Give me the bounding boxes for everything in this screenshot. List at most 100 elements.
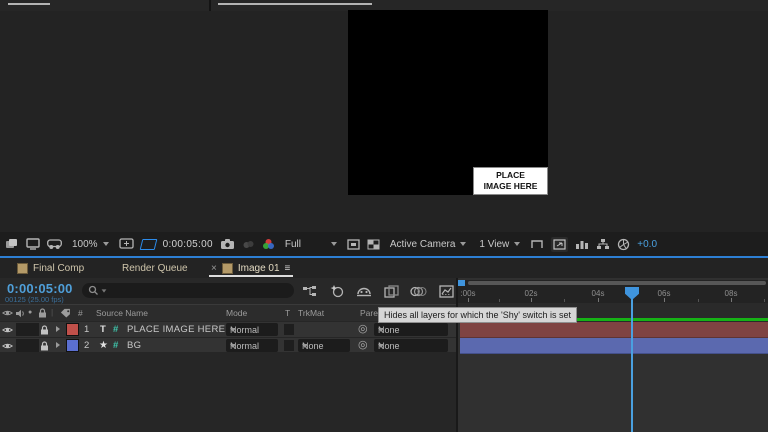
ruler-label: :00s (460, 289, 475, 298)
expand-arrow-icon[interactable] (56, 326, 60, 332)
pixel-aspect-correction-icon[interactable] (551, 237, 568, 252)
panel-tab-underline-right (218, 3, 372, 5)
close-tab-icon[interactable]: × (211, 263, 217, 274)
time-ruler[interactable]: :00s 02s 04s 06s 08s (458, 287, 768, 303)
tab-render-queue[interactable]: Render Queue (122, 258, 188, 278)
vr-goggles-icon[interactable] (47, 239, 62, 250)
label-column-icon (60, 308, 72, 318)
magnification-dropdown[interactable]: 100% (69, 237, 112, 252)
composition-icon (222, 263, 233, 274)
chevron-down-icon (302, 344, 308, 348)
timeline-toggle-icons (302, 282, 454, 300)
tab-final-comp[interactable]: Final Comp (17, 258, 84, 278)
chevron-down-icon (378, 328, 384, 332)
layer-bar-1[interactable] (460, 322, 768, 338)
target-region-icon[interactable] (347, 239, 360, 250)
column-mode[interactable]: Mode (226, 308, 247, 318)
blend-mode-dropdown[interactable]: Normal (226, 339, 278, 352)
frame-blending-icon[interactable] (384, 285, 399, 298)
label-swatch[interactable] (66, 323, 79, 336)
column-hash[interactable]: # (78, 308, 83, 318)
search-options-icon[interactable] (102, 289, 107, 292)
composition-canvas[interactable]: PLACE IMAGE HERE (348, 10, 548, 195)
show-channel-icon[interactable] (262, 238, 275, 250)
eye-icon[interactable] (2, 342, 13, 350)
ruler-label: 02s (525, 289, 538, 298)
chevron-down-icon (378, 344, 384, 348)
shy-icon[interactable] (356, 285, 372, 298)
label-swatch[interactable] (66, 339, 79, 352)
timeline-scrollbar[interactable] (468, 281, 766, 285)
panel-tab-underline-left (8, 3, 50, 5)
motion-blur-icon[interactable] (410, 285, 427, 298)
after-effects-window: PLACE IMAGE HERE 100% 0:00:05:00 Full (0, 0, 768, 432)
video-column-icon (2, 309, 13, 317)
eye-icon[interactable] (2, 326, 13, 334)
tooltip-text: Hides all layers for which the 'Shy' swi… (384, 310, 571, 320)
trkmat-dropdown[interactable]: None (298, 339, 350, 352)
mini-flowchart-icon[interactable] (302, 285, 318, 298)
show-snapshot-icon[interactable] (242, 239, 255, 250)
lock-icon[interactable] (40, 341, 49, 351)
lock-icon[interactable] (40, 325, 49, 335)
playhead-line[interactable] (631, 287, 633, 432)
preserve-transparency-toggle[interactable] (284, 324, 294, 335)
timeline-panel: 0:00:05:00 00125 (25.00 fps) (0, 278, 768, 432)
audio-solo-wells[interactable] (16, 339, 39, 352)
layer-name[interactable]: PLACE IMAGE HERE (127, 324, 225, 335)
timeline-track-area[interactable]: :00s 02s 04s 06s 08s (458, 278, 768, 432)
3d-view-dropdown[interactable]: Active Camera (387, 237, 470, 252)
chevron-down-icon (103, 242, 109, 246)
comp-flow-icon[interactable] (596, 238, 610, 250)
resolution-value: Full (285, 239, 301, 250)
parent-pick-whip-icon[interactable]: ◎ (358, 322, 368, 335)
column-trkmat[interactable]: TrkMat (298, 308, 324, 318)
placeholder-line-2: IMAGE HERE (474, 181, 547, 192)
timeline-controls-bar: 0:00:05:00 00125 (25.00 fps) (0, 278, 456, 304)
snapshot-camera-icon[interactable] (220, 238, 235, 250)
tab-label: Final Comp (33, 263, 84, 274)
nav-start-handle[interactable] (458, 280, 465, 286)
exposure-value[interactable]: +0.0 (637, 239, 657, 250)
parent-pick-whip-icon[interactable]: ◎ (358, 338, 368, 351)
layer-list-empty-area[interactable] (0, 352, 456, 432)
view-layout-dropdown[interactable]: 1 View (476, 237, 523, 252)
shy-tooltip: Hides all layers for which the 'Shy' swi… (378, 307, 577, 323)
layer-name[interactable]: BG (127, 340, 141, 351)
layer-bar-2[interactable] (460, 338, 768, 354)
viewer-timecode[interactable]: 0:00:05:00 (163, 239, 213, 250)
region-of-interest-icon[interactable] (141, 239, 156, 250)
layer-row-2[interactable]: 2 ★ # BG Normal None ◎ None (0, 338, 456, 353)
comp-panel-toolbar: 100% 0:00:05:00 Full Active Camera 1 Vie… (0, 232, 768, 256)
timeline-tab-bar: Final Comp Render Queue × Image 01 ≡ (0, 258, 768, 278)
composition-viewer: PLACE IMAGE HERE (0, 0, 768, 232)
column-source-name[interactable]: Source Name (96, 308, 148, 318)
parent-dropdown[interactable]: None (374, 339, 448, 352)
graph-editor-icon[interactable] (439, 285, 454, 298)
always-preview-icon[interactable] (5, 238, 19, 250)
expand-arrow-icon[interactable] (56, 342, 60, 348)
grid-and-guides-icon[interactable] (119, 238, 134, 250)
timeline-search-input[interactable] (82, 283, 294, 298)
transparency-grid-icon[interactable] (367, 239, 380, 250)
chevron-down-icon (514, 242, 520, 246)
ruler-label: 08s (725, 289, 738, 298)
preserve-transparency-toggle[interactable] (284, 340, 294, 351)
place-image-here-box[interactable]: PLACE IMAGE HERE (473, 167, 548, 195)
layer-row-1[interactable]: 1 T # PLACE IMAGE HERE Normal ◎ None (0, 322, 456, 337)
chevron-down-icon (230, 328, 236, 332)
mask-visibility-icon[interactable] (530, 239, 544, 250)
monitor-icon[interactable] (26, 238, 40, 250)
exposure-icon[interactable] (617, 238, 630, 251)
draft-3d-icon[interactable] (330, 284, 345, 298)
panel-menu-icon[interactable]: ≡ (285, 263, 290, 274)
current-time-display[interactable]: 0:00:05:00 (7, 281, 73, 296)
fast-previews-icon[interactable] (575, 239, 589, 250)
parent-dropdown[interactable]: None (374, 323, 448, 336)
resolution-dropdown[interactable]: Full (282, 237, 340, 252)
solo-column-icon: ● (28, 309, 32, 316)
column-t[interactable]: T (285, 308, 290, 318)
audio-column-icon (15, 309, 25, 318)
audio-solo-wells[interactable] (16, 323, 39, 336)
blend-mode-dropdown[interactable]: Normal (226, 323, 278, 336)
